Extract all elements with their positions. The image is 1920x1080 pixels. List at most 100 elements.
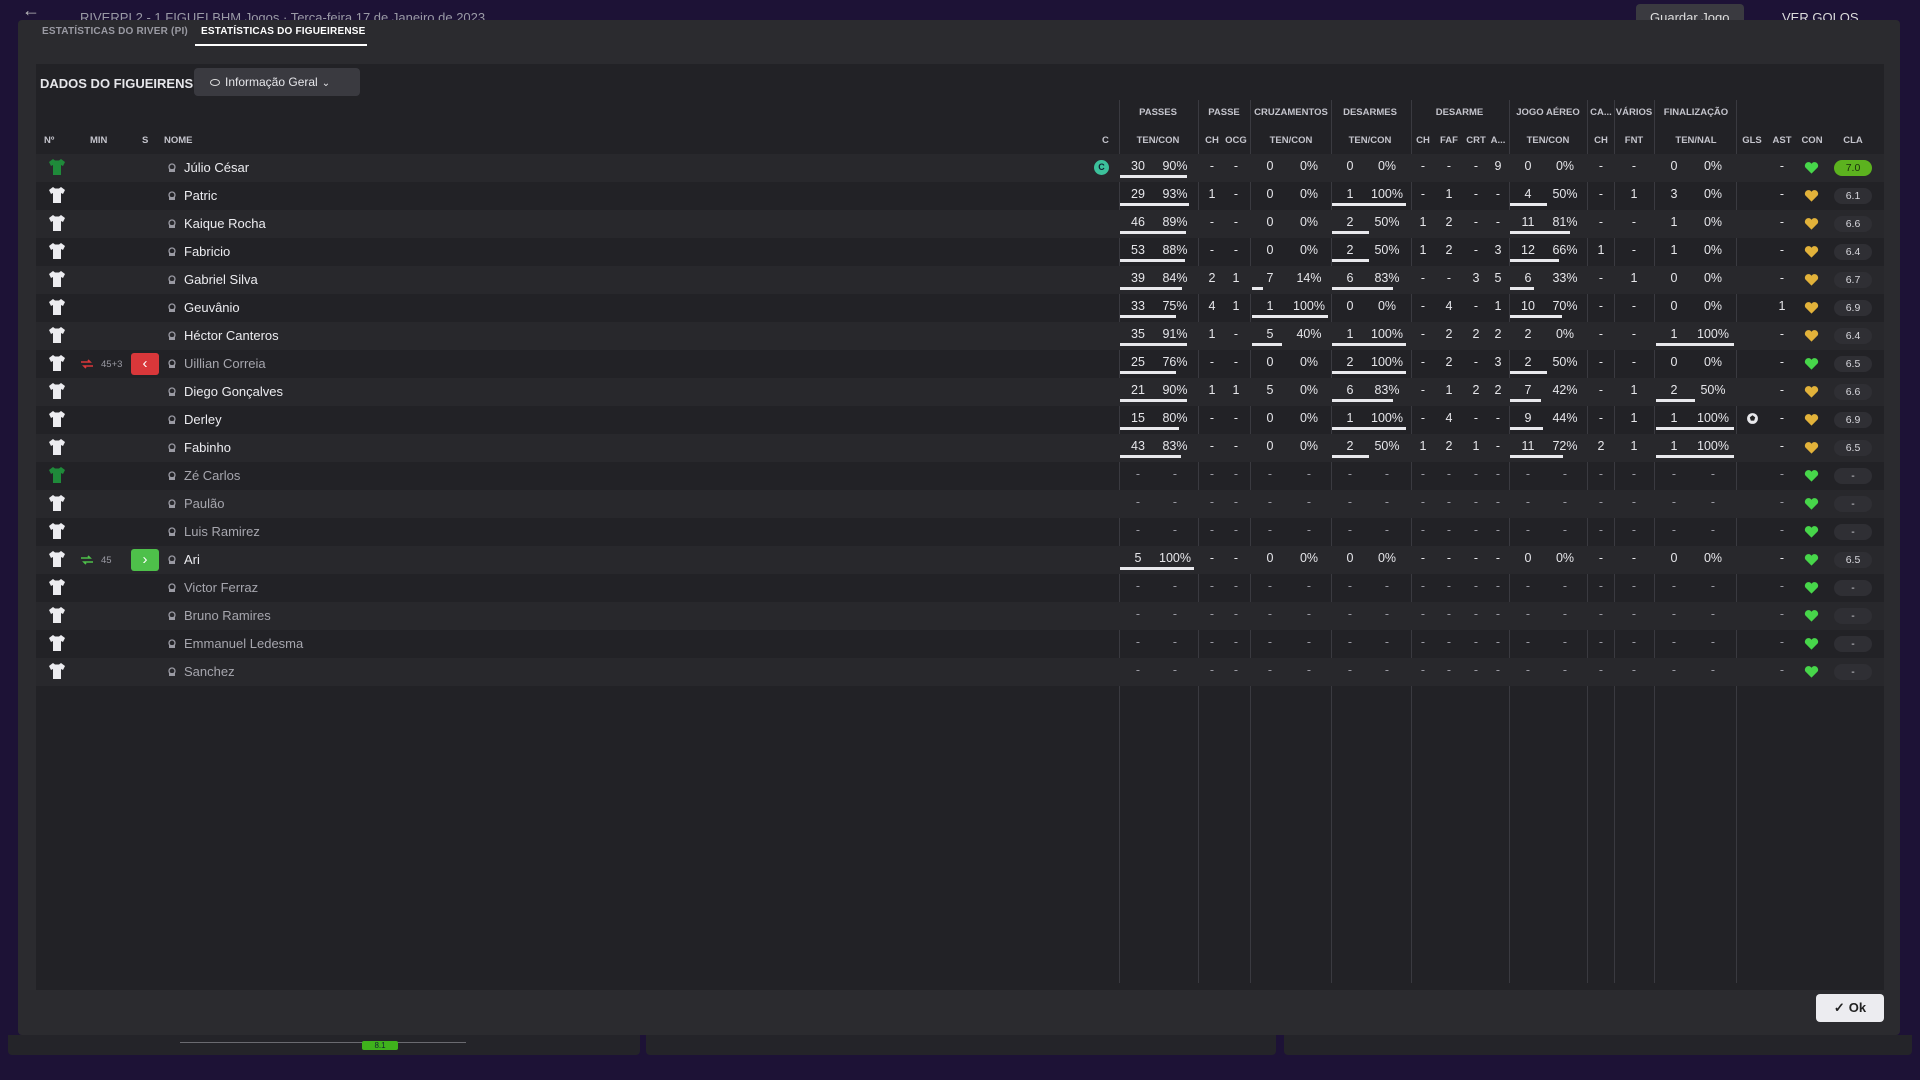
shots-on-target-pct: 50% [1700, 383, 1726, 397]
back-arrow-icon[interactable]: ← [22, 0, 40, 21]
tab-figueirense-stats[interactable]: ESTATÍSTICAS DO FIGUEIRENSE [201, 26, 366, 37]
fouls: - [1446, 495, 1452, 509]
col-header-number[interactable]: Nº [44, 135, 54, 146]
tackle-ch: - [1420, 495, 1426, 509]
player-name[interactable]: Fabricio [184, 244, 230, 259]
chances-created: - [1233, 243, 1239, 257]
shirt-icon [49, 551, 65, 567]
col-header-passes-att-comp[interactable]: TEN/CON [1120, 135, 1196, 146]
player-profile-icon[interactable] [167, 499, 177, 509]
player-profile-icon[interactable] [167, 639, 177, 649]
cards: - [1598, 327, 1604, 341]
crosses-attempted: 0 [1266, 159, 1274, 173]
crosses-attempted: 0 [1266, 355, 1274, 369]
interceptions: 3 [1494, 243, 1502, 257]
player-name[interactable]: Bruno Ramires [184, 608, 271, 623]
player-profile-icon[interactable] [167, 667, 177, 677]
player-name[interactable]: Diego Gonçalves [184, 384, 283, 399]
player-profile-icon[interactable] [167, 163, 177, 173]
key-passes: - [1209, 355, 1215, 369]
group-header-passe: PASSE [1208, 107, 1240, 118]
player-rating-badge: - [1834, 524, 1872, 540]
player-name[interactable]: Paulão [184, 496, 224, 511]
col-header-captain[interactable]: C [1102, 135, 1109, 146]
player-profile-icon[interactable] [167, 471, 177, 481]
player-profile-icon[interactable] [167, 275, 177, 285]
col-header-aerial-att-comp[interactable]: TEN/CON [1510, 135, 1586, 146]
player-name[interactable]: Sanchez [184, 664, 235, 679]
success-bar [1510, 259, 1559, 262]
tackle-ch: - [1420, 523, 1426, 537]
col-header-assists[interactable]: AST [1770, 135, 1794, 146]
crosses-completed-pct: - [1306, 579, 1312, 593]
player-name[interactable]: Uillian Correia [184, 356, 266, 371]
tackles-attempted: 0 [1346, 551, 1354, 565]
player-name[interactable]: Héctor Canteros [184, 328, 279, 343]
col-header-s[interactable]: S [142, 135, 148, 146]
col-header-passe-ocg[interactable]: OCG [1224, 135, 1248, 146]
col-header-desarme-faf[interactable]: FAF [1437, 135, 1461, 146]
player-name[interactable]: Victor Ferraz [184, 580, 258, 595]
col-header-cross-att-comp[interactable]: TEN/CON [1252, 135, 1330, 146]
player-name[interactable]: Zé Carlos [184, 468, 240, 483]
success-bar [1510, 399, 1542, 402]
col-header-passe-ch[interactable]: CH [1203, 135, 1221, 146]
col-header-tackles-att-comp[interactable]: TEN/CON [1332, 135, 1408, 146]
chances-created: 1 [1232, 299, 1240, 313]
col-header-condition[interactable]: CON [1800, 135, 1824, 146]
player-profile-icon[interactable] [167, 583, 177, 593]
col-header-name[interactable]: NOME [164, 135, 193, 146]
player-name[interactable]: Fabinho [184, 440, 231, 455]
passes-attempted: 33 [1131, 299, 1145, 313]
player-profile-icon[interactable] [167, 219, 177, 229]
crt: - [1473, 495, 1479, 509]
condition-heart-icon [1804, 498, 1819, 510]
shots-on-target-pct: 0% [1703, 271, 1723, 285]
condition-heart-icon [1804, 358, 1819, 370]
player-name[interactable]: Derley [184, 412, 222, 427]
interceptions: - [1495, 187, 1501, 201]
fnt: - [1631, 495, 1637, 509]
passes-completed-pct: - [1172, 607, 1178, 621]
player-name[interactable]: Emmanuel Ledesma [184, 636, 303, 651]
col-header-desarme-crt[interactable]: CRT [1464, 135, 1488, 146]
player-profile-icon[interactable] [167, 443, 177, 453]
player-name[interactable]: Ari [184, 552, 200, 567]
col-header-cards-ch[interactable]: CH [1592, 135, 1610, 146]
player-name[interactable]: Luis Ramirez [184, 524, 260, 539]
player-profile-icon[interactable] [167, 387, 177, 397]
col-header-min[interactable]: MIN [90, 135, 107, 146]
player-name[interactable]: Júlio César [184, 160, 249, 175]
col-header-desarme-ch[interactable]: CH [1414, 135, 1432, 146]
col-header-rating[interactable]: CLA [1838, 135, 1868, 146]
col-header-goals[interactable]: GLS [1740, 135, 1764, 146]
crosses-completed-pct: 0% [1299, 355, 1319, 369]
player-profile-icon[interactable] [167, 611, 177, 621]
player-profile-icon[interactable] [167, 191, 177, 201]
col-header-shots-att-target[interactable]: TEN/NAL [1656, 135, 1736, 146]
condition-heart-icon [1804, 610, 1819, 622]
player-profile-icon[interactable] [167, 415, 177, 425]
ok-button[interactable]: ✓ Ok [1816, 994, 1884, 1022]
player-name[interactable]: Kaique Rocha [184, 216, 266, 231]
player-profile-icon[interactable] [167, 331, 177, 341]
player-profile-icon[interactable] [167, 527, 177, 537]
view-selector-dropdown[interactable]: Informação Geral ⌄ [194, 68, 360, 96]
col-header-varios-fnt[interactable]: FNT [1622, 135, 1646, 146]
player-name[interactable]: Geuvânio [184, 300, 240, 315]
player-name[interactable]: Patric [184, 188, 217, 203]
shirt-icon [49, 271, 65, 287]
tackle-ch: - [1420, 663, 1426, 677]
player-name[interactable]: Gabriel Silva [184, 272, 258, 287]
player-profile-icon[interactable] [167, 555, 177, 565]
success-bar [1332, 455, 1369, 458]
tackles-won-pct: 50% [1374, 243, 1400, 257]
player-profile-icon[interactable] [167, 359, 177, 369]
player-profile-icon[interactable] [167, 303, 177, 313]
col-header-desarme-a[interactable]: A... [1489, 135, 1507, 146]
player-rating-badge: 6.6 [1834, 384, 1872, 400]
player-profile-icon[interactable] [167, 247, 177, 257]
tab-river-stats[interactable]: ESTATÍSTICAS DO RIVER (PI) [42, 26, 188, 37]
passes-completed-pct: - [1172, 663, 1178, 677]
shots: 1 [1670, 243, 1678, 257]
